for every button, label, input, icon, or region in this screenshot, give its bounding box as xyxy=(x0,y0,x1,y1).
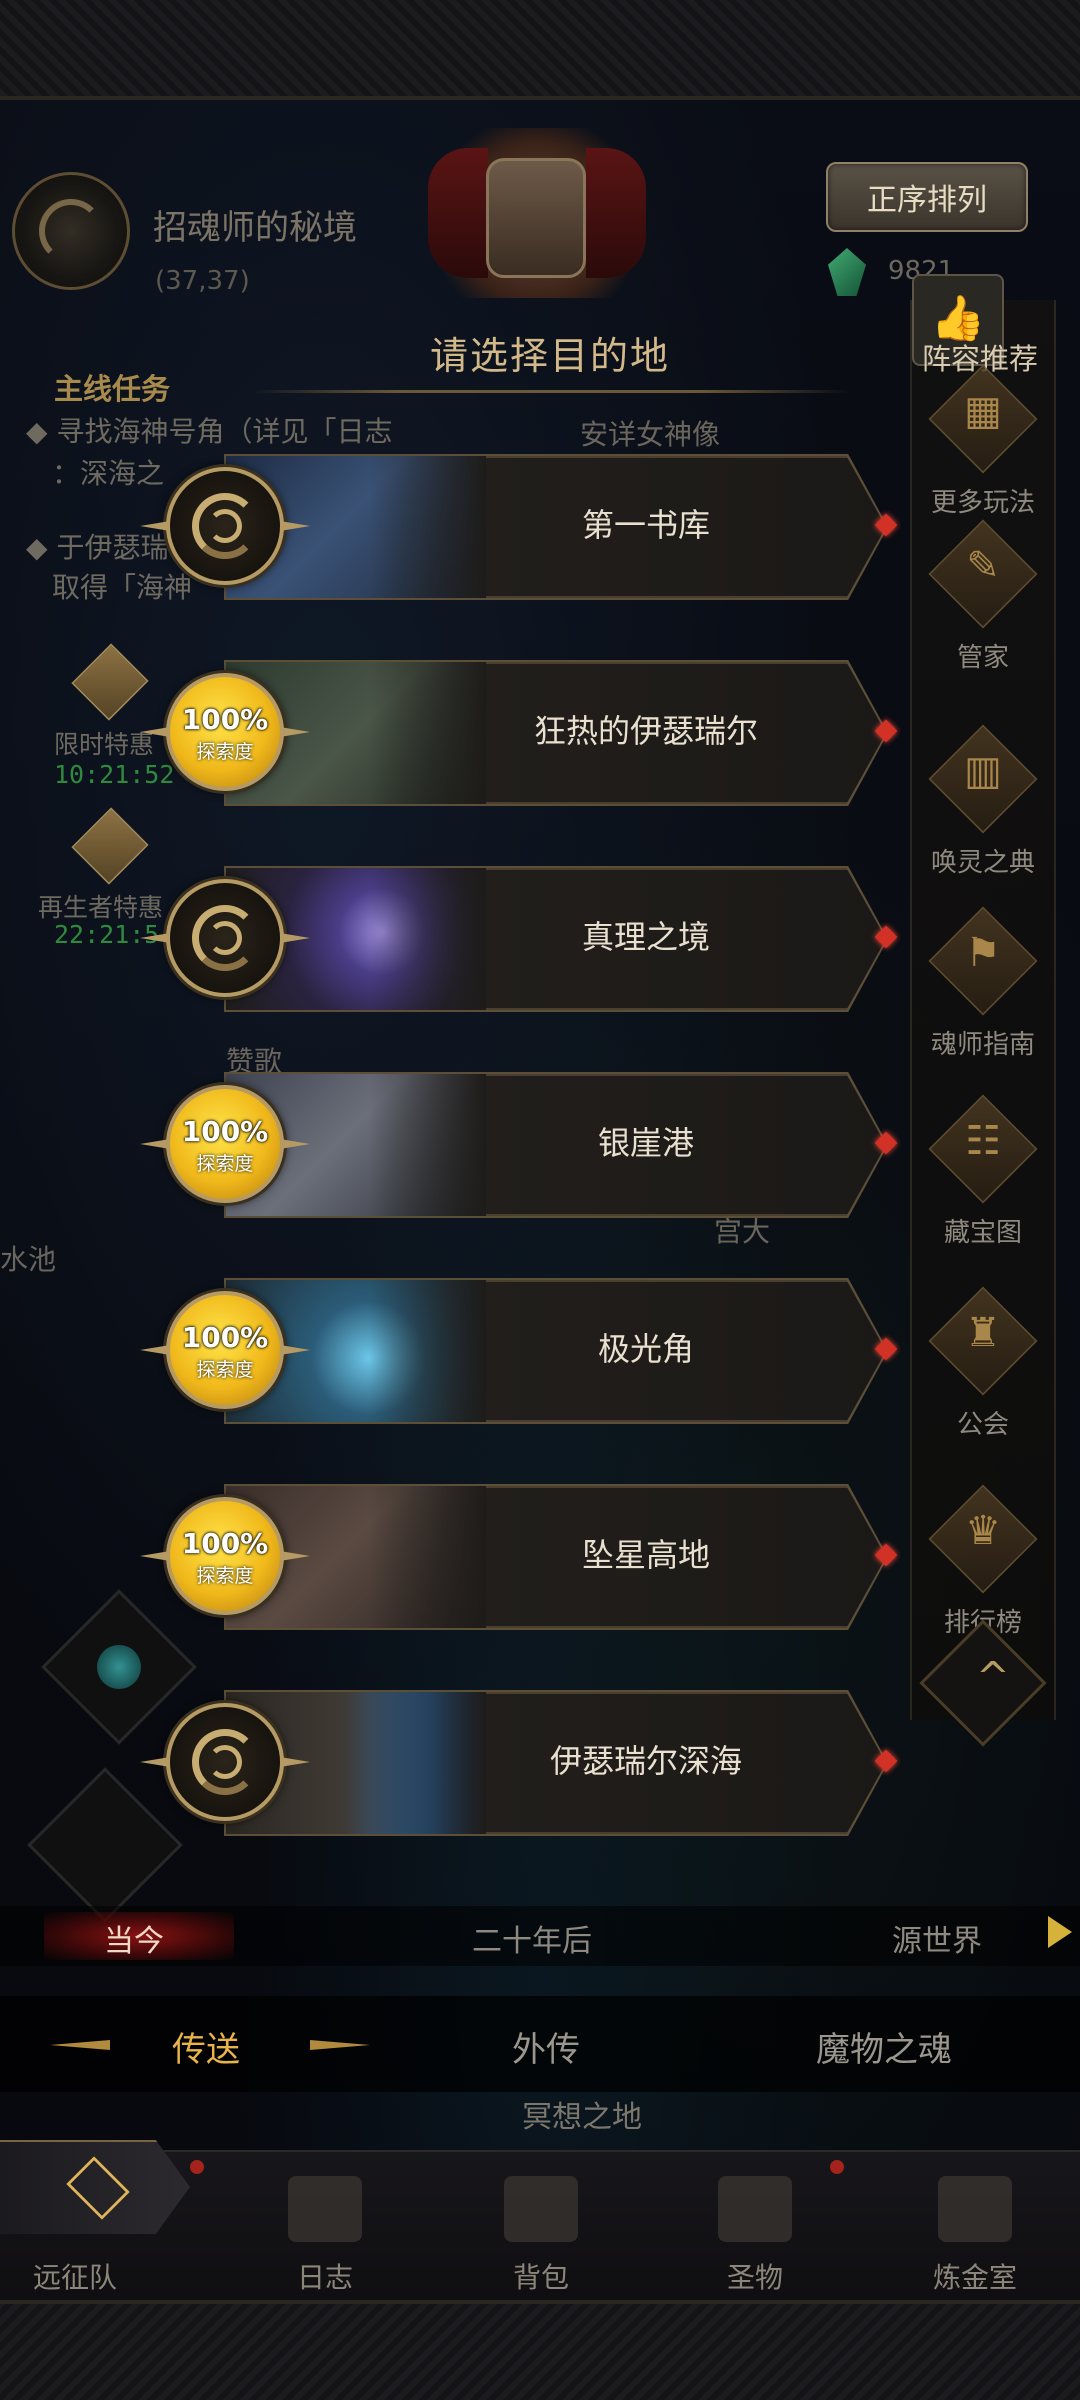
map-label: 水池 xyxy=(0,1243,57,1276)
map-label: 冥想之地 xyxy=(522,2100,642,2135)
promo-label: 限时特惠 xyxy=(54,730,155,759)
exploration-percent: 100% xyxy=(181,1321,269,1354)
sort-order-button[interactable]: 正序排列 xyxy=(826,162,1028,232)
swirl-emblem-icon xyxy=(140,1703,310,1821)
exploration-badge: 100% 探索度 xyxy=(140,1085,310,1203)
exploration-label: 探索度 xyxy=(196,1153,254,1175)
faction-emblem-icon xyxy=(428,128,646,298)
destination-name: 坠星高地 xyxy=(581,1536,710,1574)
exploration-percent: 100% xyxy=(181,1115,269,1148)
relic-icon xyxy=(718,2176,792,2242)
swirl-emblem-icon xyxy=(140,879,310,997)
sidebar-item-guide[interactable]: ⚑ 魂师指南 xyxy=(910,902,1056,1092)
panel-title: 请选择目的地 xyxy=(429,334,670,378)
tab-teleport[interactable]: 传送 xyxy=(172,2022,240,2071)
nav-bag[interactable]: 背包 xyxy=(466,2150,616,2300)
exploration-badge: 100% 探索度 xyxy=(140,673,310,791)
quest-text-line: ：深海之 xyxy=(52,457,165,490)
swirl-emblem-icon xyxy=(140,467,310,585)
quest-text-line: ◆ 寻找海神号角（详见「日志 xyxy=(26,415,393,448)
sidebar-item-guild[interactable]: ♜ 公会 xyxy=(910,1282,1056,1472)
tab-era-origin[interactable]: 源世界 xyxy=(892,1916,982,1960)
tab-era-future[interactable]: 二十年后 xyxy=(472,1916,592,1960)
tab-monster-soul[interactable]: 魔物之魂 xyxy=(816,2022,952,2071)
location-coords: (37,37) xyxy=(155,266,250,296)
gift-box-icon[interactable] xyxy=(62,636,158,732)
exploration-label: 探索度 xyxy=(196,1359,254,1381)
exploration-percent: 100% xyxy=(181,703,269,736)
journal-icon xyxy=(288,2176,362,2242)
nav-relic[interactable]: 圣物 xyxy=(680,2150,830,2300)
destination-row[interactable]: 伊瑟瑞尔深海 xyxy=(140,1688,900,1838)
promo-label: 再生者特惠 xyxy=(38,893,164,922)
destination-name: 极光角 xyxy=(597,1330,694,1368)
nav-alchemy[interactable]: 炼金室 xyxy=(900,2150,1050,2300)
destination-row[interactable]: 第一书库 xyxy=(140,452,900,602)
exploration-label: 探索度 xyxy=(196,741,254,763)
destination-row[interactable]: 真理之境 xyxy=(140,864,900,1014)
tab-side-story[interactable]: 外传 xyxy=(512,2022,580,2071)
sidebar-item-codex[interactable]: ▥ 唤灵之典 xyxy=(910,720,1056,910)
destination-row[interactable]: 狂热的伊瑟瑞尔 100% 探索度 xyxy=(140,658,900,808)
nav-journal[interactable]: 日志 xyxy=(250,2150,400,2300)
nav-expedition[interactable]: 远征队 xyxy=(0,2150,150,2300)
main-quest-heading: 主线任务 xyxy=(54,372,171,406)
quest-text-line: ◆ 于伊瑟瑞 xyxy=(26,531,169,564)
promo-timer: 22:21:5 xyxy=(54,920,160,949)
map-label: 安详女神像 xyxy=(580,418,721,451)
destination-name: 第一书库 xyxy=(581,506,710,544)
title-divider xyxy=(250,390,850,393)
promo-timer: 10:21:52 xyxy=(54,760,175,789)
destination-name: 真理之境 xyxy=(581,918,710,956)
location-emblem-icon xyxy=(12,172,130,290)
destination-row[interactable]: 极光角 100% 探索度 xyxy=(140,1276,900,1426)
exploration-badge: 100% 探索度 xyxy=(140,1291,310,1409)
bottom-border-frame xyxy=(0,2300,1080,2400)
sidebar-item-treasure-map[interactable]: ☷ 藏宝图 xyxy=(910,1090,1056,1280)
destination-name: 银崖港 xyxy=(597,1124,694,1162)
exploration-badge: 100% 探索度 xyxy=(140,1497,310,1615)
destination-name: 伊瑟瑞尔深海 xyxy=(549,1742,742,1780)
backpack-icon xyxy=(504,2176,578,2242)
exploration-percent: 100% xyxy=(181,1527,269,1560)
destination-name: 狂热的伊瑟瑞尔 xyxy=(533,712,758,750)
top-border-frame xyxy=(0,0,1080,100)
alchemy-icon xyxy=(938,2176,1012,2242)
gift-box-icon[interactable] xyxy=(62,800,158,896)
location-name: 招魂师的秘境 xyxy=(153,208,357,248)
sidebar-item-butler[interactable]: ✎ 管家 xyxy=(910,515,1056,705)
exploration-label: 探索度 xyxy=(196,1565,254,1587)
chevron-up-icon: ^ xyxy=(976,1654,1010,1701)
destination-row[interactable]: 银崖港 100% 探索度 xyxy=(140,1070,900,1220)
tab-era-current[interactable]: 当今 xyxy=(104,1916,164,1960)
destination-row[interactable]: 坠星高地 100% 探索度 xyxy=(140,1482,900,1632)
